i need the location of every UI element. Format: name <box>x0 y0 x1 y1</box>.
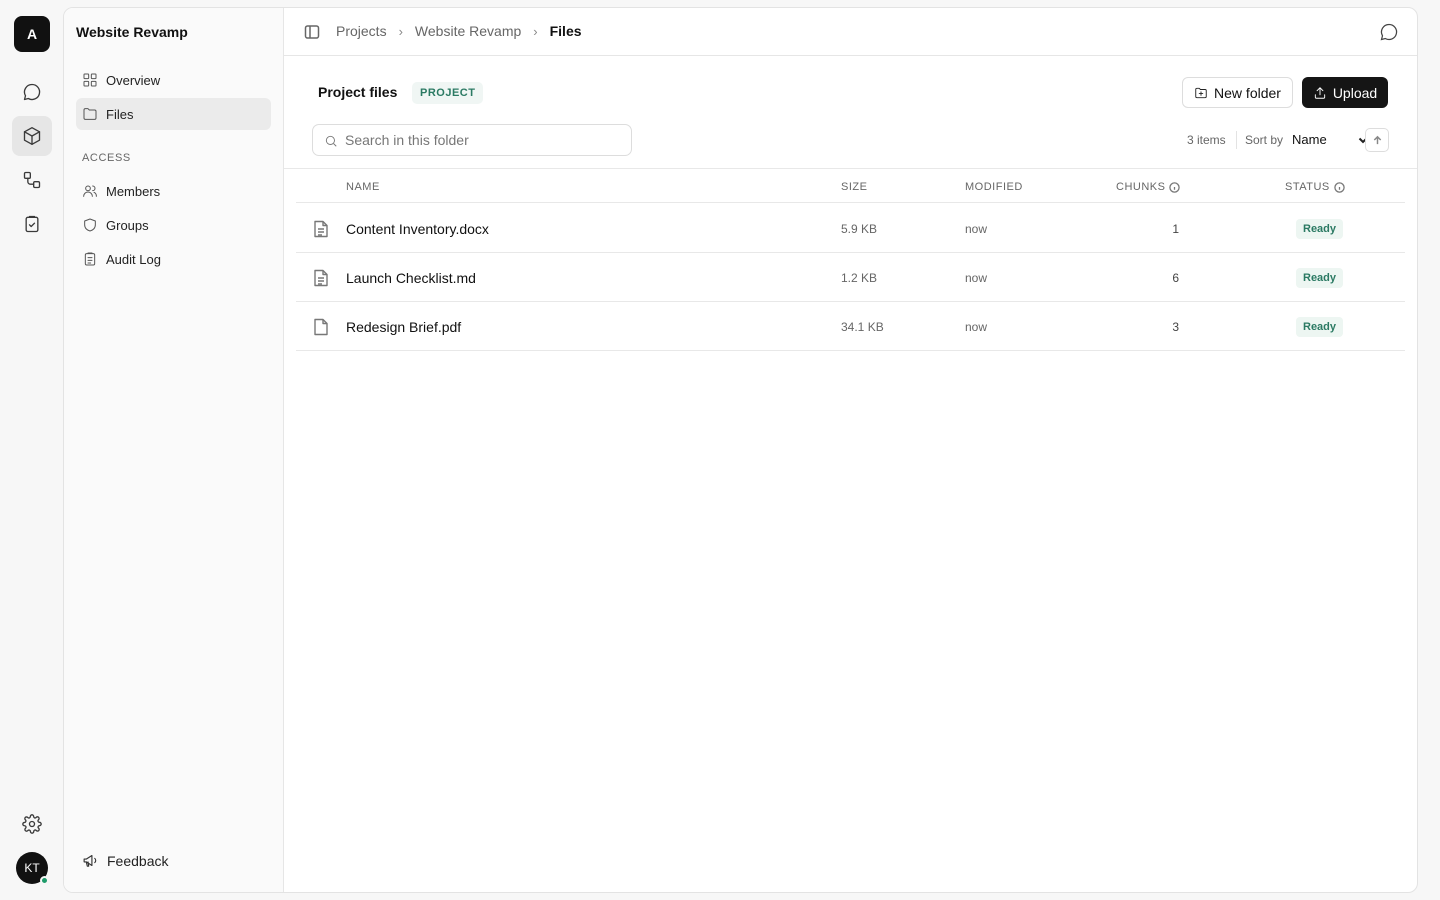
file-chunks: 1 <box>1172 222 1179 236</box>
column-status: STATUS <box>1285 181 1330 193</box>
clipboard-check-icon <box>25 215 39 233</box>
app-frame: Website Revamp Overview Files ACCESS Mem… <box>63 7 1418 893</box>
sort-direction-button[interactable] <box>1365 128 1389 152</box>
arrow-up-icon <box>1373 135 1381 144</box>
top-bar: Projects › Website Revamp › Files <box>284 8 1417 56</box>
column-size[interactable]: SIZE <box>841 181 867 193</box>
access-section-title: ACCESS <box>82 152 131 164</box>
package-icon <box>23 127 41 145</box>
new-folder-button[interactable]: New folder <box>1182 77 1293 108</box>
search-field <box>312 124 632 156</box>
file-size: 1.2 KB <box>841 271 878 285</box>
clipboard-icon <box>84 252 96 266</box>
search-input[interactable] <box>345 132 615 148</box>
breadcrumb-project[interactable]: Website Revamp <box>415 23 521 39</box>
file-icon <box>313 318 329 336</box>
feedback-button[interactable]: Feedback <box>82 852 168 869</box>
sidebar-item-label: Audit Log <box>106 251 161 267</box>
workspace-logo[interactable]: A <box>14 16 50 52</box>
file-size: 34.1 KB <box>841 320 884 334</box>
users-icon <box>83 185 97 197</box>
new-folder-label: New folder <box>1214 84 1281 101</box>
chat-bubble-icon <box>1380 23 1398 41</box>
shield-icon <box>84 218 96 232</box>
search-icon <box>325 135 337 147</box>
sort-by-label: Sort by <box>1245 133 1284 147</box>
projects-nav-button[interactable] <box>12 116 52 156</box>
main-content: Projects › Website Revamp › Files Projec… <box>284 8 1417 892</box>
table-row[interactable]: Launch Checklist.md 1.2 KB now 6 Ready <box>296 253 1405 302</box>
file-name[interactable]: Launch Checklist.md <box>346 270 476 286</box>
document-icon <box>313 220 329 238</box>
info-icon[interactable] <box>1169 181 1181 193</box>
file-modified: now <box>965 222 988 236</box>
sidebar-item-audit-log[interactable]: Audit Log <box>76 243 271 275</box>
breadcrumb: Projects › Website Revamp › Files <box>336 23 582 39</box>
tasks-nav-button[interactable] <box>12 204 52 244</box>
column-status-header[interactable]: STATUS <box>1285 181 1345 193</box>
column-modified[interactable]: MODIFIED <box>965 181 1023 193</box>
file-modified: now <box>965 271 988 285</box>
chat-nav-button[interactable] <box>12 72 52 112</box>
table-row[interactable]: Redesign Brief.pdf 34.1 KB now 3 Ready <box>296 302 1405 351</box>
breadcrumb-current: Files <box>549 23 582 39</box>
column-chunks: CHUNKS <box>1116 181 1166 193</box>
project-sidebar: Website Revamp Overview Files ACCESS Mem… <box>64 8 284 892</box>
chat-icon <box>23 83 41 101</box>
upload-button[interactable]: Upload <box>1302 77 1388 108</box>
feedback-label: Feedback <box>107 852 169 869</box>
table-row[interactable]: Content Inventory.docx 5.9 KB now 1 Read… <box>296 204 1405 253</box>
user-initials: KT <box>24 861 40 875</box>
online-status-dot <box>40 876 49 885</box>
column-name[interactable]: NAME <box>346 181 380 193</box>
workflow-icon <box>23 171 41 189</box>
grid-icon <box>83 73 97 87</box>
folder-plus-icon <box>1195 87 1207 98</box>
user-avatar[interactable]: KT <box>16 852 49 885</box>
upload-label: Upload <box>1332 84 1378 101</box>
toolbar-divider <box>1236 131 1237 149</box>
sidebar-item-overview[interactable]: Overview <box>76 64 271 96</box>
status-badge: Ready <box>1296 219 1344 239</box>
sidebar-item-label: Overview <box>106 72 161 88</box>
chevron-right-icon: › <box>398 23 403 39</box>
folder-icon <box>83 108 97 120</box>
file-modified: now <box>965 320 988 334</box>
sidebar-item-label: Files <box>106 106 134 122</box>
megaphone-icon <box>83 854 97 867</box>
breadcrumb-projects[interactable]: Projects <box>336 23 387 39</box>
sort-value: Name <box>1292 132 1327 147</box>
file-chunks: 3 <box>1172 320 1179 334</box>
sidebar-item-groups[interactable]: Groups <box>76 209 271 241</box>
project-title: Website Revamp <box>76 24 188 40</box>
sidebar-item-label: Members <box>106 183 161 199</box>
chevron-right-icon: › <box>533 23 538 39</box>
sidebar-item-members[interactable]: Members <box>76 175 271 207</box>
sidebar-toggle-icon <box>304 25 320 39</box>
column-chunks-header[interactable]: CHUNKS <box>1116 181 1181 193</box>
sort-select[interactable]: Name <box>1292 132 1369 147</box>
file-size: 5.9 KB <box>841 222 878 236</box>
file-chunks: 6 <box>1172 271 1179 285</box>
chat-button[interactable] <box>1379 22 1399 42</box>
app-rail: A KT <box>0 0 64 900</box>
sidebar-item-files[interactable]: Files <box>76 98 271 130</box>
workflows-nav-button[interactable] <box>12 160 52 200</box>
file-name[interactable]: Content Inventory.docx <box>346 221 489 237</box>
file-name[interactable]: Redesign Brief.pdf <box>346 319 461 335</box>
scope-badge: PROJECT <box>412 82 484 104</box>
upload-icon <box>1314 86 1325 99</box>
toggle-sidebar-button[interactable] <box>304 24 320 40</box>
sidebar-item-label: Groups <box>106 217 149 233</box>
status-badge: Ready <box>1296 317 1344 337</box>
info-icon[interactable] <box>1334 181 1345 193</box>
table-header: NAME SIZE MODIFIED CHUNKS STATUS <box>296 169 1405 203</box>
gear-icon <box>22 814 42 834</box>
status-badge: Ready <box>1296 268 1344 288</box>
items-count: 3 items <box>1187 133 1226 147</box>
page-title: Project files <box>318 84 398 100</box>
document-icon <box>313 269 329 287</box>
settings-button[interactable] <box>12 804 52 844</box>
